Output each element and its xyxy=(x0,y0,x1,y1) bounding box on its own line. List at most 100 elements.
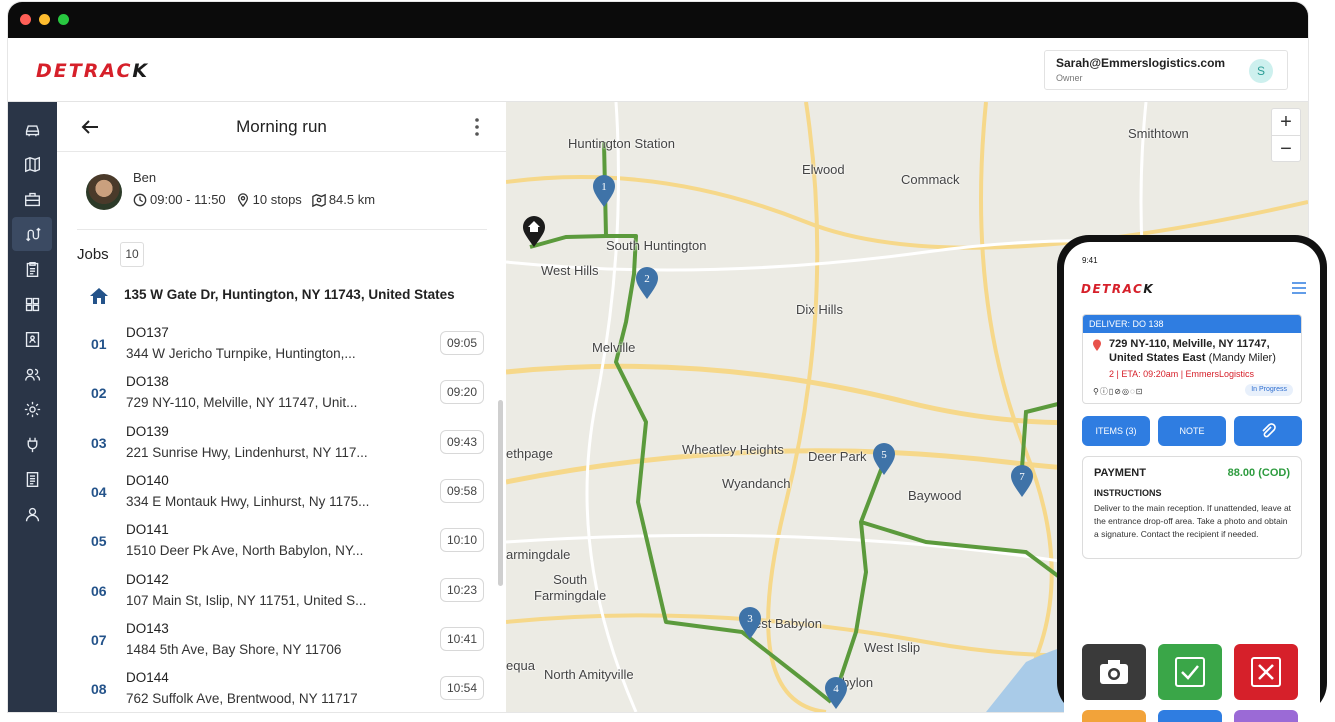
check-icon xyxy=(1175,657,1205,687)
delivery-eta: 2 | ETA: 09:20am | EmmersLogistics xyxy=(1109,369,1255,379)
job-order-id: DO143 xyxy=(126,620,169,636)
driver-name: Ben xyxy=(133,170,157,185)
job-eta-badge: 10:10 xyxy=(440,528,484,553)
report-icon xyxy=(26,471,38,487)
grid-icon xyxy=(25,297,39,311)
list-item[interactable]: 06 DO142 107 Main St, Islip, NY 11751, Uni… xyxy=(77,566,487,614)
sidebar-item-contacts[interactable] xyxy=(12,322,52,356)
contact-card-icon xyxy=(25,331,39,347)
close-window-button[interactable] xyxy=(20,14,31,25)
action-button-blue[interactable] xyxy=(1158,710,1222,722)
stop-marker[interactable]: 1 xyxy=(592,174,616,208)
delivery-card[interactable]: DELIVER: DO 138 729 NY-110, Melville, NY… xyxy=(1082,314,1302,404)
fail-button[interactable] xyxy=(1234,644,1298,700)
sidebar-item-tasks[interactable] xyxy=(12,252,52,286)
attachment-button[interactable] xyxy=(1234,416,1302,446)
list-item[interactable]: 05 DO141 1510 Deer Pk Ave, North Babylon, … xyxy=(77,516,487,564)
zoom-in-button[interactable]: + xyxy=(1272,109,1300,135)
job-order-id: DO138 xyxy=(126,374,169,390)
job-address: 221 Sunrise Hwy, Lindenhurst, NY 117... xyxy=(126,444,368,460)
sidebar-item-profile[interactable] xyxy=(12,497,52,531)
sidebar-item-settings[interactable] xyxy=(12,392,52,426)
list-item[interactable]: 03 DO139 221 Sunrise Hwy, Lindenhurst, NY … xyxy=(77,418,487,466)
instructions-label: INSTRUCTIONS xyxy=(1094,488,1162,498)
user-menu[interactable]: Sarah@Emmerslogistics.com Owner S xyxy=(1044,50,1288,90)
depot-marker-icon[interactable] xyxy=(522,216,546,248)
list-item[interactable]: 08 DO144 762 Suffolk Ave, Brentwood, NY 11… xyxy=(77,664,487,712)
stop-marker[interactable]: 2 xyxy=(635,266,659,300)
instructions-text: Deliver to the main reception. If unatte… xyxy=(1094,503,1292,539)
stop-marker-label: 2 xyxy=(644,273,650,285)
job-eta-badge: 10:41 xyxy=(440,626,484,651)
more-options-icon[interactable] xyxy=(474,117,480,137)
stop-marker-label: 4 xyxy=(833,683,839,695)
hamburger-menu-icon[interactable] xyxy=(1292,282,1306,294)
complete-button[interactable] xyxy=(1158,644,1222,700)
stop-marker[interactable]: 4 xyxy=(824,676,848,710)
top-bar: DETRACK Sarah@Emmerslogistics.com Owner … xyxy=(8,38,1308,102)
sidebar-item-map[interactable] xyxy=(12,147,52,181)
map-label-baywood: Baywood xyxy=(908,488,962,503)
job-eta-badge: 09:20 xyxy=(440,380,484,405)
route-header: Morning run xyxy=(57,102,506,152)
sidebar-nav xyxy=(8,102,57,712)
job-address: 107 Main St, Islip, NY 11751, United S..… xyxy=(126,592,367,608)
route-stats: 09:00 - 11:50 10 stops 84.5 km xyxy=(133,192,385,207)
job-eta-badge: 09:58 xyxy=(440,478,484,503)
job-eta-badge: 10:54 xyxy=(440,676,484,701)
job-order-id: DO144 xyxy=(126,670,169,686)
delivery-address: 729 NY-110, Melville, NY 11747, United S… xyxy=(1109,338,1276,364)
job-eta-badge: 10:23 xyxy=(440,577,484,602)
minimize-window-button[interactable] xyxy=(39,14,50,25)
list-item[interactable]: 07 DO143 1484 5th Ave, Bay Shore, NY 11706… xyxy=(77,615,487,663)
map-label-smithtown: Smithtown xyxy=(1128,126,1189,141)
cross-icon xyxy=(1251,657,1281,687)
photo-button[interactable] xyxy=(1082,644,1146,700)
items-button[interactable]: ITEMS (3) xyxy=(1082,416,1150,446)
stop-marker-label: 5 xyxy=(881,449,887,461)
clipboard-icon xyxy=(26,261,38,277)
zoom-out-button[interactable]: − xyxy=(1272,136,1300,162)
sidebar-item-dashboard[interactable] xyxy=(12,287,52,321)
map-label-dix-hills: Dix Hills xyxy=(796,302,843,317)
job-order-id: DO139 xyxy=(126,423,169,439)
stop-marker[interactable]: 3 xyxy=(738,606,762,640)
list-item[interactable]: 02 DO138 729 NY-110, Melville, NY 11747, U… xyxy=(77,368,487,416)
jobs-heading: Jobs xyxy=(77,246,109,263)
map-label-south-farmingdale: South Farmingdale xyxy=(534,572,607,603)
maximize-window-button[interactable] xyxy=(58,14,69,25)
gear-icon xyxy=(24,401,40,417)
plug-icon xyxy=(27,437,37,452)
jobs-count-badge: 10 xyxy=(120,242,144,267)
list-item[interactable]: 01 DO137 344 W Jericho Turnpike, Huntingto… xyxy=(77,319,487,367)
sidebar-item-jobs[interactable] xyxy=(12,182,52,216)
scrollbar[interactable] xyxy=(498,400,503,586)
mobile-app-preview: 9:41 DETRACK DELIVER: DO 138 729 NY-110,… xyxy=(1057,235,1327,722)
depot-row[interactable]: 135 W Gate Dr, Huntington, NY 11743, Uni… xyxy=(89,285,489,307)
job-sequence: 03 xyxy=(91,434,107,451)
list-item[interactable]: 04 DO140 334 E Montauk Hwy, Linhurst, Ny 1… xyxy=(77,467,487,515)
note-button[interactable]: NOTE xyxy=(1158,416,1226,446)
sidebar-item-routes[interactable] xyxy=(12,217,52,251)
delivery-attribute-icons: ⚲ⓘ▯⊘◎◌⊡ xyxy=(1093,387,1144,396)
sidebar-item-vehicles[interactable] xyxy=(12,112,52,146)
job-address: 344 W Jericho Turnpike, Huntington,... xyxy=(126,346,356,361)
action-button-purple[interactable] xyxy=(1234,710,1298,722)
sidebar-item-integrations[interactable] xyxy=(12,427,52,461)
sidebar-item-team[interactable] xyxy=(12,357,52,391)
detrack-logo[interactable]: DETRACK xyxy=(36,60,149,82)
action-button-orange[interactable] xyxy=(1082,710,1146,722)
camera-icon xyxy=(1100,660,1128,684)
location-pin-icon xyxy=(1093,339,1101,351)
stop-marker[interactable]: 5 xyxy=(872,442,896,476)
sidebar-item-reports[interactable] xyxy=(12,462,52,496)
map-label-wyandanch: Wyandanch xyxy=(722,476,791,491)
job-sequence: 06 xyxy=(91,582,107,599)
car-icon xyxy=(25,124,39,136)
job-eta-badge: 09:05 xyxy=(440,331,484,355)
map-label-deer-park: Deer Park xyxy=(808,449,867,464)
map-label-equa: equa xyxy=(506,658,535,673)
paperclip-icon xyxy=(1262,423,1276,438)
distance-map-icon xyxy=(312,193,326,207)
stop-marker[interactable]: 7 xyxy=(1010,464,1034,498)
